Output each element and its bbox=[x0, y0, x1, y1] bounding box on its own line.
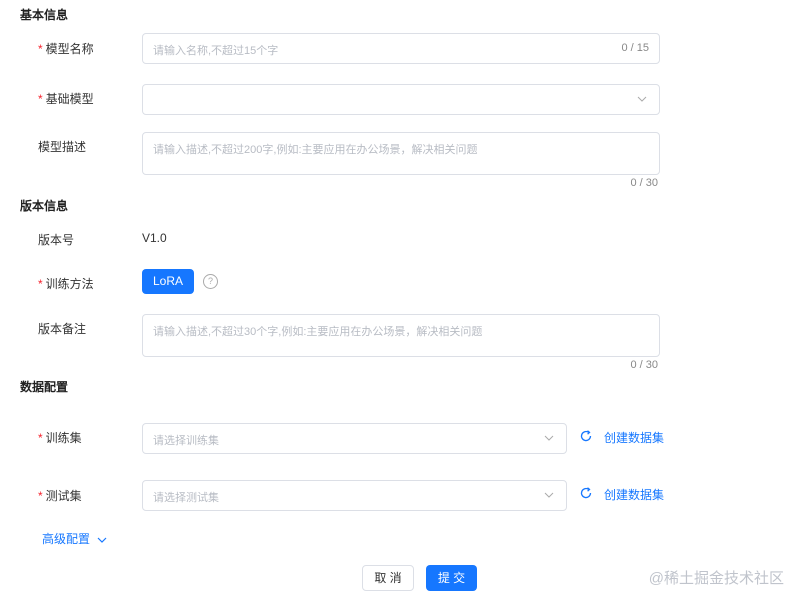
base-model-label: * 基础模型 bbox=[38, 90, 94, 107]
model-name-placeholder: 请输入名称,不超过15个字 bbox=[153, 45, 279, 57]
question-circle-icon[interactable]: ? bbox=[203, 274, 218, 289]
section-basic-title: 基本信息 bbox=[20, 8, 69, 22]
section-data-title: 数据配置 bbox=[20, 380, 69, 394]
advanced-config-label: 高级配置 bbox=[42, 532, 91, 546]
version-note-label: 版本备注 bbox=[38, 322, 87, 336]
base-model-label-text: 基础模型 bbox=[45, 92, 94, 106]
train-set-label-text: 训练集 bbox=[45, 431, 82, 445]
watermark: @稀土掘金技术社区 bbox=[648, 570, 784, 587]
train-set-label: * 训练集 bbox=[38, 429, 82, 446]
lora-option-button[interactable]: LoRA bbox=[142, 269, 194, 294]
model-name-input[interactable]: 请输入名称,不超过15个字 0 / 15 bbox=[142, 33, 660, 64]
test-set-label-text: 测试集 bbox=[45, 489, 82, 503]
version-note-count: 0 / 30 bbox=[630, 359, 658, 371]
version-no-label: 版本号 bbox=[38, 233, 75, 247]
model-name-label-text: 模型名称 bbox=[45, 42, 94, 56]
model-desc-textarea[interactable]: 请输入描述,不超过200字,例如:主要应用在办公场景，解决相关问题 bbox=[142, 132, 660, 175]
refresh-icon[interactable] bbox=[579, 429, 593, 443]
test-set-select[interactable]: 请选择测试集 bbox=[142, 480, 567, 511]
model-desc-label: 模型描述 bbox=[38, 140, 87, 154]
model-desc-placeholder: 请输入描述,不超过200字,例如:主要应用在办公场景，解决相关问题 bbox=[153, 144, 478, 156]
train-method-label: * 训练方法 bbox=[38, 275, 94, 292]
chevron-down-icon bbox=[97, 537, 107, 543]
model-desc-count: 0 / 30 bbox=[630, 177, 658, 189]
required-mark: * bbox=[38, 92, 43, 106]
train-set-placeholder: 请选择训练集 bbox=[153, 435, 219, 447]
submit-button[interactable]: 提 交 bbox=[426, 565, 477, 591]
model-name-label: * 模型名称 bbox=[38, 40, 94, 57]
train-set-select[interactable]: 请选择训练集 bbox=[142, 423, 567, 454]
chevron-down-icon bbox=[544, 435, 554, 441]
create-dataset-link-train[interactable]: 创建数据集 bbox=[604, 429, 664, 446]
version-note-placeholder: 请输入描述,不超过30个字,例如:主要应用在办公场景，解决相关问题 bbox=[153, 326, 483, 338]
train-method-label-text: 训练方法 bbox=[45, 277, 94, 291]
required-mark: * bbox=[38, 277, 43, 291]
section-version-title: 版本信息 bbox=[20, 199, 69, 213]
required-mark: * bbox=[38, 42, 43, 56]
version-note-textarea[interactable]: 请输入描述,不超过30个字,例如:主要应用在办公场景，解决相关问题 bbox=[142, 314, 660, 357]
refresh-icon[interactable] bbox=[579, 486, 593, 500]
chevron-down-icon bbox=[544, 492, 554, 498]
create-dataset-link-test[interactable]: 创建数据集 bbox=[604, 486, 664, 503]
test-set-placeholder: 请选择测试集 bbox=[153, 492, 219, 504]
advanced-config-toggle[interactable]: 高级配置 bbox=[42, 530, 107, 547]
cancel-button[interactable]: 取 消 bbox=[362, 565, 414, 591]
model-name-count: 0 / 15 bbox=[621, 42, 649, 54]
chevron-down-icon bbox=[637, 96, 647, 102]
base-model-select[interactable] bbox=[142, 84, 660, 115]
required-mark: * bbox=[38, 489, 43, 503]
version-no-value: V1.0 bbox=[142, 231, 167, 245]
test-set-label: * 测试集 bbox=[38, 487, 82, 504]
required-mark: * bbox=[38, 431, 43, 445]
